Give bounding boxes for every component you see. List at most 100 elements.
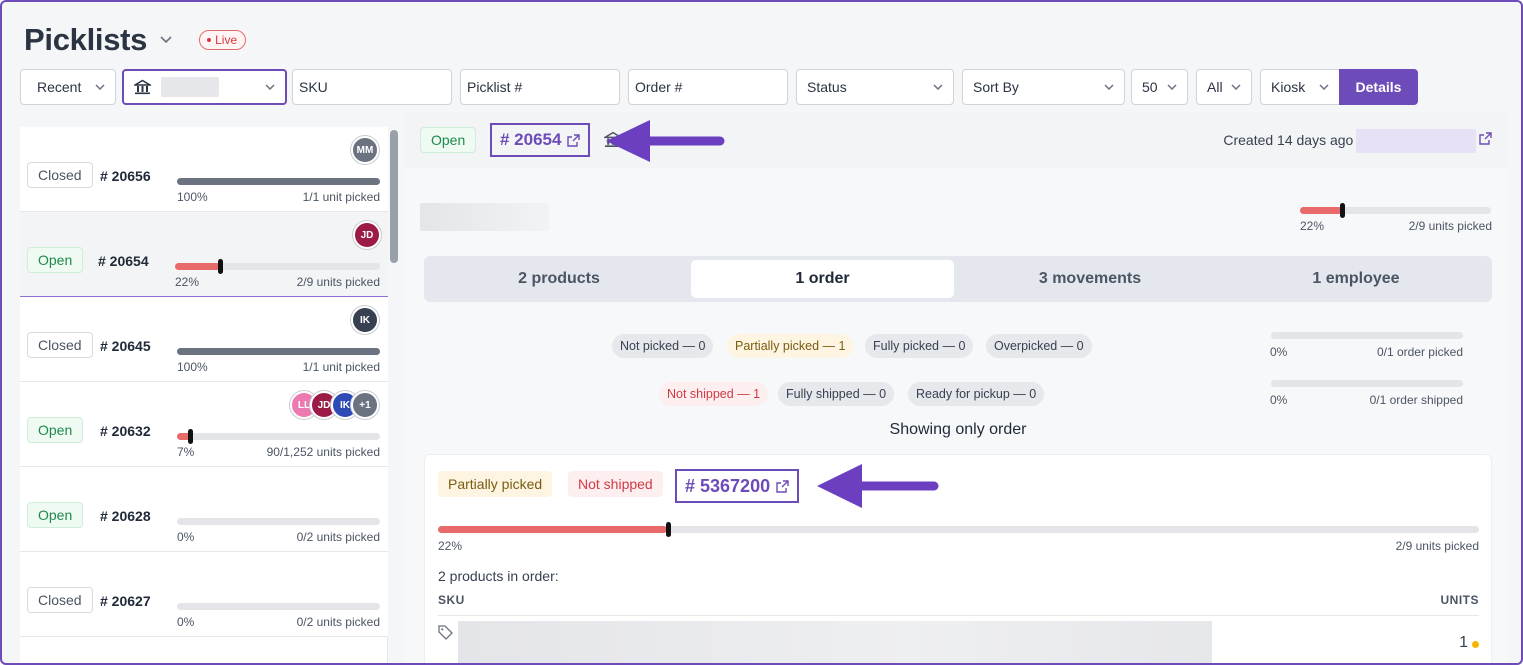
picklist-row[interactable]: JD Open # 20654 22% 2/9 units picked (20, 212, 388, 297)
sku-input[interactable] (292, 69, 452, 105)
progress-fill (175, 263, 221, 270)
page-header: Picklists Live (24, 22, 247, 58)
details-button[interactable]: Details (1339, 69, 1418, 105)
picklist-row[interactable]: Open # 20628 0% 0/2 units picked (20, 467, 388, 552)
picklist-number-input[interactable] (460, 69, 620, 105)
avatar-overflow: +1 (351, 391, 379, 419)
units-picked: 1/1 unit picked (302, 190, 380, 204)
chevron-down-icon (265, 84, 275, 90)
all-dropdown[interactable]: All (1196, 69, 1252, 105)
progress-fill (177, 348, 380, 355)
picklist-row[interactable]: Closed # 20627 0% 0/2 units picked (20, 552, 388, 637)
tab-products[interactable]: 2 products (428, 260, 690, 298)
progress-percent: 100% (177, 190, 208, 204)
picklist-number: # 20656 (100, 168, 151, 184)
order-picked-label: 0/1 order picked (1376, 345, 1463, 359)
progress-bar (175, 259, 380, 274)
warehouse-icon (134, 79, 151, 95)
order-link-label: # 5367200 (685, 475, 771, 496)
filter-chip-fully-picked[interactable]: Fully picked — 0 (865, 334, 974, 358)
column-sku: SKU (438, 593, 465, 607)
filter-chip-not-picked[interactable]: Not picked — 0 (612, 334, 714, 358)
list-scrollbar[interactable] (390, 130, 398, 263)
units-picked: 90/1,252 units picked (266, 445, 380, 459)
chevron-down-icon (95, 84, 105, 90)
progress-bar (177, 518, 380, 525)
kiosk-dropdown[interactable]: Kiosk (1260, 69, 1340, 105)
order-shipped-percent: 0% (1270, 393, 1288, 407)
progress-marker (188, 429, 193, 444)
status-badge: Open (27, 247, 84, 273)
warehouse-name-redacted (161, 77, 219, 97)
picklist-row[interactable]: MM Closed # 20656 100% 1/1 unit picked (20, 127, 388, 212)
creator-name-redacted (1356, 129, 1476, 153)
units-picked: 0/2 units picked (296, 530, 380, 544)
picklist-number: # 20632 (100, 423, 151, 439)
recent-label: Recent (37, 79, 82, 95)
tab-employees[interactable]: 1 employee (1224, 260, 1488, 298)
picklist-row[interactable]: IK Closed # 20645 100% 1/1 unit picked (20, 297, 388, 382)
units-status-dot (1472, 641, 1479, 648)
status-badge: Closed (27, 162, 93, 188)
status-badge: Closed (27, 332, 93, 358)
chevron-down-icon (1167, 84, 1177, 90)
sku-field[interactable] (299, 79, 445, 95)
progress-bar (177, 348, 380, 355)
per-page-dropdown[interactable]: 50 (1131, 69, 1188, 105)
filter-chip-ready-for-pickup[interactable]: Ready for pickup — 0 (908, 382, 1045, 406)
external-link-icon (567, 133, 581, 147)
detail-tabs: 2 products 1 order 3 movements 1 employe… (424, 256, 1492, 302)
table-row[interactable]: 1 (438, 621, 1479, 663)
picklist-number: # 20645 (100, 338, 151, 354)
status-badge: Open (27, 502, 84, 528)
progress-percent: 0% (177, 530, 195, 544)
units-picked: 2/9 units picked (1408, 219, 1492, 233)
filter-chip-overpicked[interactable]: Overpicked — 0 (986, 334, 1092, 358)
order-field[interactable] (635, 79, 781, 95)
tab-orders[interactable]: 1 order (691, 260, 954, 298)
showing-label: Showing only order (889, 421, 1027, 438)
chevron-down-icon (1319, 84, 1329, 90)
progress-marker (1340, 203, 1345, 218)
row-units: 1 (1459, 634, 1468, 651)
picklist-row[interactable]: LL JD IK +1 Open # 20632 7% 90/1,252 uni… (20, 382, 388, 467)
progress-bar (177, 429, 380, 444)
filter-chip-partially-picked[interactable]: Partially picked — 1 (727, 334, 854, 358)
sort-by-dropdown[interactable]: Sort By (962, 69, 1125, 105)
external-link-icon[interactable] (1479, 132, 1492, 150)
progress-fill (438, 526, 668, 533)
picklist-field[interactable] (467, 79, 613, 95)
units-picked: 2/9 units picked (1395, 539, 1479, 553)
tab-movements[interactable]: 3 movements (957, 260, 1223, 298)
filter-chip-fully-shipped[interactable]: Fully shipped — 0 (778, 382, 895, 406)
units-picked: 0/2 units picked (296, 615, 380, 629)
progress-percent: 0% (177, 615, 195, 629)
page-title: Picklists (24, 22, 148, 57)
chevron-down-icon (1104, 84, 1114, 90)
order-link[interactable]: # 5367200 (675, 469, 800, 503)
picklist-link-label: # 20654 (500, 130, 562, 149)
picklist-detail: Open # 20654 Created 14 days ago by 22% … (404, 113, 1508, 663)
order-picked-percent: 0% (1270, 345, 1288, 359)
picklist-link[interactable]: # 20654 (490, 123, 591, 157)
detail-progress-bar (1300, 203, 1491, 218)
order-card: Partially picked Not shipped # 5367200 2… (424, 454, 1492, 663)
external-link-icon (776, 479, 789, 493)
kiosk-label: Kiosk (1271, 79, 1306, 95)
column-units: UNITS (1440, 593, 1479, 607)
warehouse-dropdown[interactable] (122, 69, 287, 105)
progress-bar (177, 178, 380, 185)
filter-chip-not-shipped[interactable]: Not shipped — 1 (659, 382, 769, 406)
status-badge: Closed (27, 587, 93, 613)
live-dot-icon (207, 38, 212, 42)
status-badge: Open (27, 417, 84, 443)
sort-by-label: Sort By (973, 79, 1019, 95)
progress-marker (666, 522, 671, 537)
status-badge: Open (420, 127, 477, 153)
order-number-input[interactable] (628, 69, 788, 105)
recent-dropdown[interactable]: Recent (20, 69, 116, 105)
status-dropdown[interactable]: Status (796, 69, 954, 105)
annotation-arrow (817, 464, 939, 508)
chevron-down-icon[interactable] (155, 29, 177, 51)
progress-fill (1300, 207, 1343, 214)
